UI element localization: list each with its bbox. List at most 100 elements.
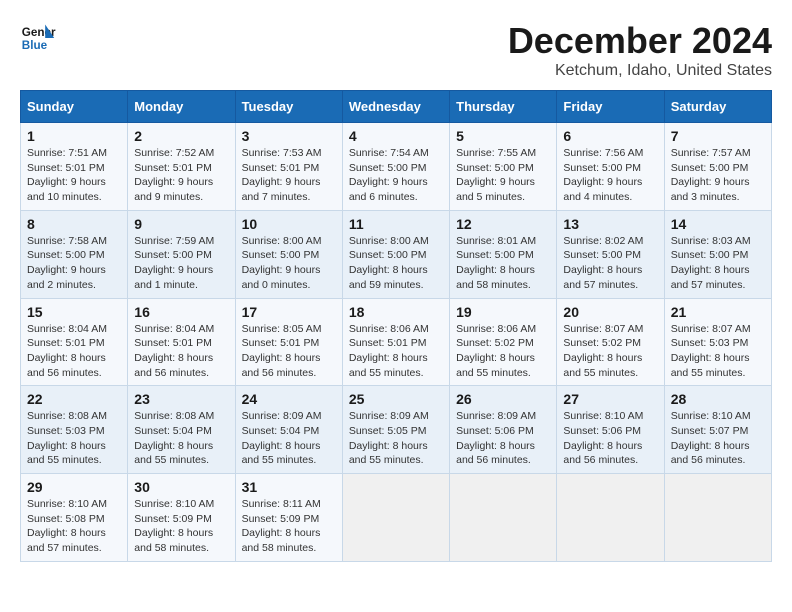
calendar-cell: 6 Sunrise: 7:56 AM Sunset: 5:00 PM Daylig… [557,123,664,211]
calendar-cell: 17 Sunrise: 8:05 AM Sunset: 5:01 PM Dayli… [235,298,342,386]
day-number: 3 [242,128,336,144]
week-row-1: 1 Sunrise: 7:51 AM Sunset: 5:01 PM Daylig… [21,123,772,211]
calendar-cell: 11 Sunrise: 8:00 AM Sunset: 5:00 PM Dayli… [342,210,449,298]
calendar-cell: 29 Sunrise: 8:10 AM Sunset: 5:08 PM Dayli… [21,474,128,562]
header-day-saturday: Saturday [664,91,771,123]
calendar-cell: 8Sunrise: 7:58 AM Sunset: 5:00 PM Daylig… [21,210,128,298]
calendar-cell: 21 Sunrise: 8:07 AM Sunset: 5:03 PM Dayli… [664,298,771,386]
calendar-cell: 14Sunrise: 8:03 AM Sunset: 5:00 PM Dayli… [664,210,771,298]
header-day-friday: Friday [557,91,664,123]
calendar-cell: 31 Sunrise: 8:11 AM Sunset: 5:09 PM Dayli… [235,474,342,562]
day-info: Sunrise: 7:54 AM Sunset: 5:00 PM Dayligh… [349,146,443,205]
day-number: 23 [134,391,228,407]
day-info: Sunrise: 8:07 AM Sunset: 5:02 PM Dayligh… [563,322,657,381]
day-number: 24 [242,391,336,407]
day-info: Sunrise: 8:02 AM Sunset: 5:00 PM Dayligh… [563,234,657,293]
week-row-2: 8Sunrise: 7:58 AM Sunset: 5:00 PM Daylig… [21,210,772,298]
day-number: 22 [27,391,121,407]
day-number: 26 [456,391,550,407]
day-number: 16 [134,304,228,320]
calendar-cell: 15Sunrise: 8:04 AM Sunset: 5:01 PM Dayli… [21,298,128,386]
calendar-cell [450,474,557,562]
calendar-cell: 4 Sunrise: 7:54 AM Sunset: 5:00 PM Daylig… [342,123,449,211]
day-info: Sunrise: 8:10 AM Sunset: 5:08 PM Dayligh… [27,497,121,556]
calendar-cell [557,474,664,562]
calendar-cell: 28 Sunrise: 8:10 AM Sunset: 5:07 PM Dayli… [664,386,771,474]
day-info: Sunrise: 8:01 AM Sunset: 5:00 PM Dayligh… [456,234,550,293]
page-header: General Blue December 2024 Ketchum, Idah… [20,20,772,80]
day-number: 28 [671,391,765,407]
day-info: Sunrise: 8:10 AM Sunset: 5:07 PM Dayligh… [671,409,765,468]
day-info: Sunrise: 8:00 AM Sunset: 5:00 PM Dayligh… [349,234,443,293]
day-number: 18 [349,304,443,320]
day-number: 12 [456,216,550,232]
day-number: 19 [456,304,550,320]
day-info: Sunrise: 8:10 AM Sunset: 5:09 PM Dayligh… [134,497,228,556]
header-day-wednesday: Wednesday [342,91,449,123]
day-info: Sunrise: 8:11 AM Sunset: 5:09 PM Dayligh… [242,497,336,556]
day-number: 1 [27,128,121,144]
calendar-cell: 24 Sunrise: 8:09 AM Sunset: 5:04 PM Dayli… [235,386,342,474]
calendar-cell: 3 Sunrise: 7:53 AM Sunset: 5:01 PM Daylig… [235,123,342,211]
day-number: 20 [563,304,657,320]
day-number: 4 [349,128,443,144]
day-info: Sunrise: 8:10 AM Sunset: 5:06 PM Dayligh… [563,409,657,468]
day-number: 27 [563,391,657,407]
day-number: 6 [563,128,657,144]
day-number: 10 [242,216,336,232]
day-number: 31 [242,479,336,495]
week-row-4: 22 Sunrise: 8:08 AM Sunset: 5:03 PM Dayli… [21,386,772,474]
day-info: Sunrise: 7:51 AM Sunset: 5:01 PM Dayligh… [27,146,121,205]
calendar-cell: 9 Sunrise: 7:59 AM Sunset: 5:00 PM Daylig… [128,210,235,298]
header-day-monday: Monday [128,91,235,123]
calendar-cell: 13 Sunrise: 8:02 AM Sunset: 5:00 PM Dayli… [557,210,664,298]
day-info: Sunrise: 8:08 AM Sunset: 5:03 PM Dayligh… [27,409,121,468]
calendar-body: 1 Sunrise: 7:51 AM Sunset: 5:01 PM Daylig… [21,123,772,562]
calendar-table: SundayMondayTuesdayWednesdayThursdayFrid… [20,90,772,562]
calendar-cell: 22 Sunrise: 8:08 AM Sunset: 5:03 PM Dayli… [21,386,128,474]
day-info: Sunrise: 8:07 AM Sunset: 5:03 PM Dayligh… [671,322,765,381]
calendar-cell: 18Sunrise: 8:06 AM Sunset: 5:01 PM Dayli… [342,298,449,386]
day-number: 13 [563,216,657,232]
day-info: Sunrise: 7:57 AM Sunset: 5:00 PM Dayligh… [671,146,765,205]
day-info: Sunrise: 7:53 AM Sunset: 5:01 PM Dayligh… [242,146,336,205]
calendar-cell: 20 Sunrise: 8:07 AM Sunset: 5:02 PM Dayli… [557,298,664,386]
logo: General Blue [20,20,56,56]
day-number: 9 [134,216,228,232]
header-day-thursday: Thursday [450,91,557,123]
day-number: 11 [349,216,443,232]
day-number: 17 [242,304,336,320]
calendar-cell: 2 Sunrise: 7:52 AM Sunset: 5:01 PM Daylig… [128,123,235,211]
day-number: 14 [671,216,765,232]
day-info: Sunrise: 8:09 AM Sunset: 5:04 PM Dayligh… [242,409,336,468]
day-number: 25 [349,391,443,407]
day-number: 29 [27,479,121,495]
day-info: Sunrise: 7:56 AM Sunset: 5:00 PM Dayligh… [563,146,657,205]
svg-text:Blue: Blue [22,39,48,52]
calendar-cell: 19 Sunrise: 8:06 AM Sunset: 5:02 PM Dayli… [450,298,557,386]
logo-icon: General Blue [20,20,56,56]
calendar-cell [342,474,449,562]
month-title: December 2024 [508,20,772,62]
day-info: Sunrise: 8:00 AM Sunset: 5:00 PM Dayligh… [242,234,336,293]
week-row-5: 29 Sunrise: 8:10 AM Sunset: 5:08 PM Dayli… [21,474,772,562]
calendar-cell [664,474,771,562]
calendar-cell: 12 Sunrise: 8:01 AM Sunset: 5:00 PM Dayli… [450,210,557,298]
calendar-cell: 30Sunrise: 8:10 AM Sunset: 5:09 PM Dayli… [128,474,235,562]
header-day-sunday: Sunday [21,91,128,123]
day-number: 2 [134,128,228,144]
day-number: 5 [456,128,550,144]
week-row-3: 15Sunrise: 8:04 AM Sunset: 5:01 PM Dayli… [21,298,772,386]
day-info: Sunrise: 7:59 AM Sunset: 5:00 PM Dayligh… [134,234,228,293]
day-number: 7 [671,128,765,144]
day-number: 21 [671,304,765,320]
day-info: Sunrise: 7:52 AM Sunset: 5:01 PM Dayligh… [134,146,228,205]
header-day-tuesday: Tuesday [235,91,342,123]
calendar-cell: 16Sunrise: 8:04 AM Sunset: 5:01 PM Dayli… [128,298,235,386]
title-section: December 2024 Ketchum, Idaho, United Sta… [508,20,772,80]
day-info: Sunrise: 8:09 AM Sunset: 5:05 PM Dayligh… [349,409,443,468]
day-info: Sunrise: 8:05 AM Sunset: 5:01 PM Dayligh… [242,322,336,381]
calendar-cell: 5Sunrise: 7:55 AM Sunset: 5:00 PM Daylig… [450,123,557,211]
day-number: 15 [27,304,121,320]
day-info: Sunrise: 8:06 AM Sunset: 5:02 PM Dayligh… [456,322,550,381]
